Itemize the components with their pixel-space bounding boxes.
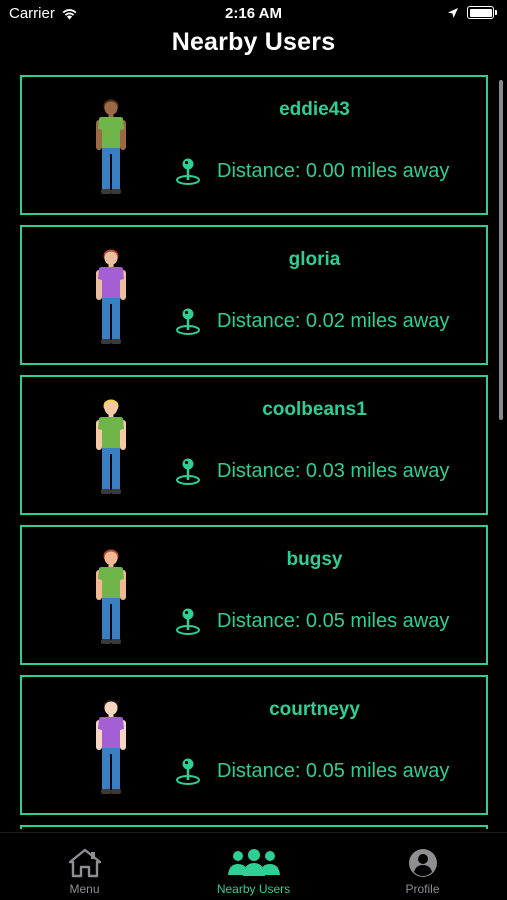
avatar — [91, 547, 131, 647]
user-card[interactable]: gloria Distance: 0.02 miles away — [20, 225, 488, 365]
username: courtneyy — [269, 699, 360, 720]
username: bugsy — [286, 549, 343, 570]
tab-nearby-users-label: Nearby Users — [216, 882, 291, 896]
scrollbar[interactable] — [499, 80, 503, 420]
location-pin-icon — [175, 457, 201, 485]
location-pin-icon — [175, 307, 201, 335]
distance-row: Distance: 0.00 miles away — [175, 157, 449, 185]
user-card[interactable]: eddie43 Distance: 0.00 miles away — [20, 75, 488, 215]
distance-label: Distance: 0.00 miles away — [217, 159, 450, 182]
distance-row: Distance: 0.05 miles away — [175, 757, 449, 785]
page-title: Nearby Users — [171, 28, 336, 56]
user-card[interactable]: coolbeans1 Distance: 0.03 miles away — [20, 375, 488, 515]
location-pin-icon — [175, 607, 201, 635]
location-pin-icon — [175, 157, 201, 185]
nearby-users-list: eddie43 Distance: 0.00 miles away gloria — [20, 75, 488, 825]
tab-menu[interactable]: Menu — [0, 833, 169, 900]
tab-menu-label: Menu — [69, 882, 100, 896]
status-bar: Carrier 2:16 AM — [0, 0, 507, 28]
person-circle-icon — [408, 849, 437, 877]
location-pin-icon — [175, 757, 201, 785]
location-arrow-icon — [448, 7, 458, 18]
distance-row: Distance: 0.05 miles away — [175, 607, 449, 635]
user-card[interactable]: bugsy Distance: 0.05 miles away — [20, 525, 488, 665]
tab-bar: Menu Nearby Users Profile — [0, 832, 507, 900]
tab-nearby-users[interactable]: Nearby Users — [169, 833, 338, 900]
distance-label: Distance: 0.05 miles away — [217, 609, 450, 632]
username: eddie43 — [279, 99, 350, 120]
tab-profile-label: Profile — [405, 882, 440, 896]
avatar — [91, 697, 131, 797]
tab-profile[interactable]: Profile — [338, 833, 507, 900]
battery-icon — [467, 6, 497, 19]
partial-user-card[interactable] — [20, 825, 488, 829]
username: coolbeans1 — [262, 399, 367, 420]
avatar — [91, 97, 131, 197]
house-icon — [68, 848, 101, 878]
avatar — [91, 397, 131, 497]
distance-row: Distance: 0.03 miles away — [175, 457, 449, 485]
user-card[interactable]: courtneyy Distance: 0.05 miles away — [20, 675, 488, 815]
username: gloria — [288, 249, 341, 270]
distance-label: Distance: 0.05 miles away — [217, 759, 450, 782]
users-icon — [227, 849, 280, 876]
distance-row: Distance: 0.02 miles away — [175, 307, 449, 335]
status-time: 2:16 AM — [225, 5, 282, 22]
avatar — [91, 247, 131, 347]
distance-label: Distance: 0.02 miles away — [217, 309, 450, 332]
distance-label: Distance: 0.03 miles away — [217, 459, 450, 482]
